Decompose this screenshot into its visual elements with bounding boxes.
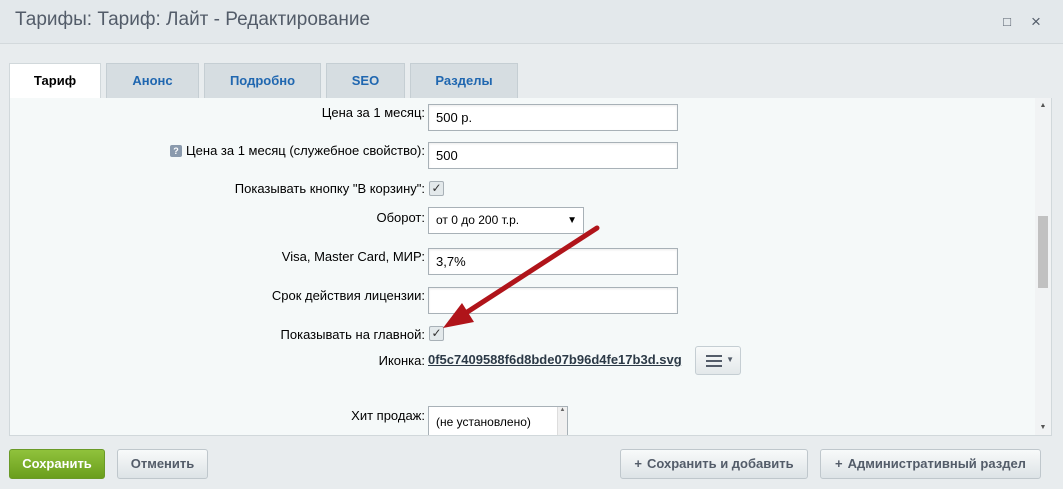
window-title: Тарифы: Тариф: Лайт - Редактирование [15,9,371,30]
scroll-up-icon[interactable]: ▲ [1035,98,1051,114]
show-main-checkbox[interactable]: ✓ [429,326,444,341]
icon-file-link[interactable]: 0f5c7409588f6d8bde07b96d4fe17b3d.svg [428,352,682,367]
license-label: Срок действия лицензии: [271,288,425,303]
tab-seo[interactable]: SEO [326,63,405,98]
show-main-label: Показывать на главной: [280,327,425,342]
icon-label: Иконка: [378,353,425,368]
chevron-down-icon: ▼ [726,355,734,364]
tab-razdely[interactable]: Разделы [410,63,518,98]
price-label: Цена за 1 месяц: [321,105,425,120]
tab-bar: Тариф Анонс Подробно SEO Разделы [0,44,1063,99]
price-service-label-text: Цена за 1 месяц (служебное свойство): [186,143,425,158]
tab-anons[interactable]: Анонс [106,63,199,98]
dropdown-arrow-icon: ▼ [567,215,577,226]
hit-label: Хит продаж: [351,408,425,423]
close-icon[interactable]: × [1027,13,1045,31]
tab-podrobno[interactable]: Подробно [204,63,321,98]
save-add-label: Сохранить и добавить [646,456,794,471]
hamburger-icon [706,355,722,370]
icon-menu-button[interactable]: ▼ [695,346,741,375]
save-button[interactable]: Сохранить [9,449,105,479]
cart-button-label: Показывать кнопку "В корзину": [234,181,425,196]
turnover-select[interactable]: от 0 до 200 т.р. ▼ [428,207,584,234]
cancel-button[interactable]: Отменить [117,449,208,479]
cards-label: Visa, Master Card, МИР: [281,249,425,264]
window-titlebar: Тарифы: Тариф: Лайт - Редактирование □ × [0,0,1063,44]
price-service-input[interactable]: 500 [428,142,678,169]
plus-icon: + [634,456,642,471]
footer-bar: Сохранить Отменить + Сохранить и добавить… [0,436,1063,489]
cart-button-checkbox[interactable]: ✓ [429,181,444,196]
turnover-value: от 0 до 200 т.р. [436,213,520,227]
scroll-thumb[interactable] [1038,216,1048,288]
content-scrollbar[interactable]: ▲ ▼ [1035,98,1051,435]
hit-multiselect[interactable]: (не установлено) ▲ [428,406,568,435]
admin-section-label: Административный раздел [847,456,1026,471]
cards-input[interactable]: 3,7% [428,248,678,275]
multiselect-scrollbar[interactable]: ▲ [557,407,567,435]
tab-tarif[interactable]: Тариф [9,63,101,99]
license-input[interactable] [428,287,678,314]
save-add-button[interactable]: + Сохранить и добавить [620,449,808,479]
admin-section-button[interactable]: + Административный раздел [820,449,1041,479]
price-service-label: ? Цена за 1 месяц (служебное свойство): [170,143,425,158]
hit-value: (не установлено) [436,415,531,429]
turnover-label: Оборот: [376,210,425,225]
price-input[interactable]: 500 р. [428,104,678,131]
plus-icon: + [835,456,843,471]
maximize-icon[interactable]: □ [998,13,1016,31]
scroll-down-icon[interactable]: ▼ [1035,420,1051,435]
help-icon[interactable]: ? [170,145,183,157]
form-panel: Цена за 1 месяц: 500 р. ? Цена за 1 месяц… [9,98,1052,436]
